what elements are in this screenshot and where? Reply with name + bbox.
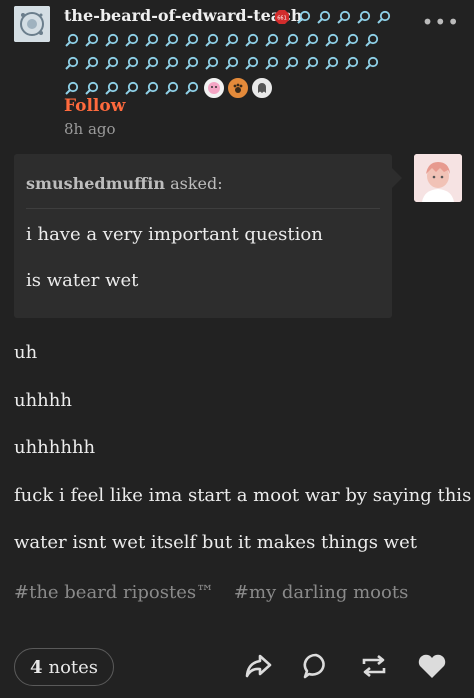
badge-row-2 <box>64 32 380 48</box>
magnifier-badge-icon <box>296 9 312 25</box>
reply-icon[interactable] <box>300 650 332 682</box>
magnifier-badge-icon <box>344 55 360 71</box>
magnifier-badge-icon <box>356 9 372 25</box>
magnifier-badge-icon <box>184 55 200 71</box>
magnifier-badge-icon <box>324 32 340 48</box>
magnifier-badge-icon <box>144 32 160 48</box>
tag-my-darling-moots[interactable]: #my darling moots <box>234 582 408 603</box>
magnifier-badge-icon <box>316 9 332 25</box>
magnifier-badge-icon <box>264 55 280 71</box>
magnifier-badge-icon <box>376 9 392 25</box>
magnifier-badge-icon <box>164 55 180 71</box>
magnifier-badge-icon <box>324 55 340 71</box>
badge-row-4 <box>64 78 272 98</box>
magnifier-badge-icon <box>104 55 120 71</box>
magnifier-badge-icon <box>84 32 100 48</box>
answer-line-2: uhhhh <box>14 390 72 411</box>
magnifier-badge-icon <box>204 55 220 71</box>
magnifier-badge-icon <box>304 32 320 48</box>
pink-face-badge-icon <box>204 78 224 98</box>
follow-button[interactable]: Follow <box>64 96 125 116</box>
blog-name[interactable]: the-beard-of-edward-teach <box>64 6 303 25</box>
answer-line-5: water isnt wet itself but it makes thing… <box>14 532 417 553</box>
magnifier-badge-icon <box>124 80 140 96</box>
notes-label: notes <box>48 656 99 678</box>
magnifier-badge-icon <box>144 80 160 96</box>
ghost-badge-icon <box>252 78 272 98</box>
magnifier-badge-icon <box>336 9 352 25</box>
tag-list: #the beard ripostes™ #my darling moots <box>14 582 422 603</box>
magnifier-badge-icon <box>104 80 120 96</box>
magnifier-badge-icon <box>284 55 300 71</box>
ask-question-line-1: i have a very important question <box>26 224 323 245</box>
magnifier-badge-icon <box>244 32 260 48</box>
stop-badge-icon: 661 <box>274 9 290 25</box>
magnifier-badge-icon <box>164 32 180 48</box>
asker-name[interactable]: smushedmuffin <box>26 174 165 193</box>
blog-avatar[interactable] <box>14 6 50 42</box>
magnifier-badge-icon <box>224 55 240 71</box>
share-icon[interactable] <box>242 650 274 682</box>
post-timestamp: 8h ago <box>64 120 116 138</box>
more-options-icon[interactable]: ••• <box>422 10 460 34</box>
magnifier-badge-icon <box>124 32 140 48</box>
tag-the-beard-ripostes[interactable]: #the beard ripostes™ <box>14 582 214 603</box>
post-header: the-beard-of-edward-teach ••• 661 Follow… <box>0 0 474 150</box>
magnifier-badge-icon <box>364 32 380 48</box>
badge-row-1: 661 <box>274 9 290 25</box>
badge-row-3 <box>64 55 380 71</box>
magnifier-badge-icon <box>284 32 300 48</box>
asker-avatar[interactable] <box>414 154 462 202</box>
magnifier-badge-icon <box>244 55 260 71</box>
ask-divider <box>26 208 380 209</box>
magnifier-badge-icon <box>124 55 140 71</box>
magnifier-badge-icon <box>164 80 180 96</box>
magnifier-badge-icon <box>184 32 200 48</box>
notes-button[interactable]: 4 notes <box>14 648 114 686</box>
badge-row-1b <box>296 9 392 25</box>
magnifier-badge-icon <box>304 55 320 71</box>
magnifier-badge-icon <box>84 80 100 96</box>
paw-badge-icon <box>228 78 248 98</box>
answer-line-3: uhhhhhh <box>14 437 96 458</box>
heart-icon[interactable] <box>416 650 448 682</box>
magnifier-badge-icon <box>224 32 240 48</box>
magnifier-badge-icon <box>204 32 220 48</box>
magnifier-badge-icon <box>344 32 360 48</box>
notes-count: 4 <box>29 656 43 678</box>
magnifier-badge-icon <box>104 32 120 48</box>
ask-box: smushedmuffin asked: i have a very impor… <box>14 154 402 318</box>
magnifier-badge-icon <box>264 32 280 48</box>
answer-line-1: uh <box>14 342 38 363</box>
asked-label: asked: <box>164 174 223 193</box>
magnifier-badge-icon <box>64 55 80 71</box>
magnifier-badge-icon <box>64 32 80 48</box>
magnifier-badge-icon <box>184 80 200 96</box>
ask-question-line-2: is water wet <box>26 270 139 291</box>
svg-text:661: 661 <box>277 16 287 22</box>
magnifier-badge-icon <box>84 55 100 71</box>
post-footer: 4 notes <box>0 648 474 690</box>
answer-line-4: fuck i feel like ima start a moot war by… <box>14 485 472 506</box>
magnifier-badge-icon <box>364 55 380 71</box>
reblog-icon[interactable] <box>358 650 390 682</box>
asker-line: smushedmuffin asked: <box>26 174 223 193</box>
magnifier-badge-icon <box>64 80 80 96</box>
magnifier-badge-icon <box>144 55 160 71</box>
